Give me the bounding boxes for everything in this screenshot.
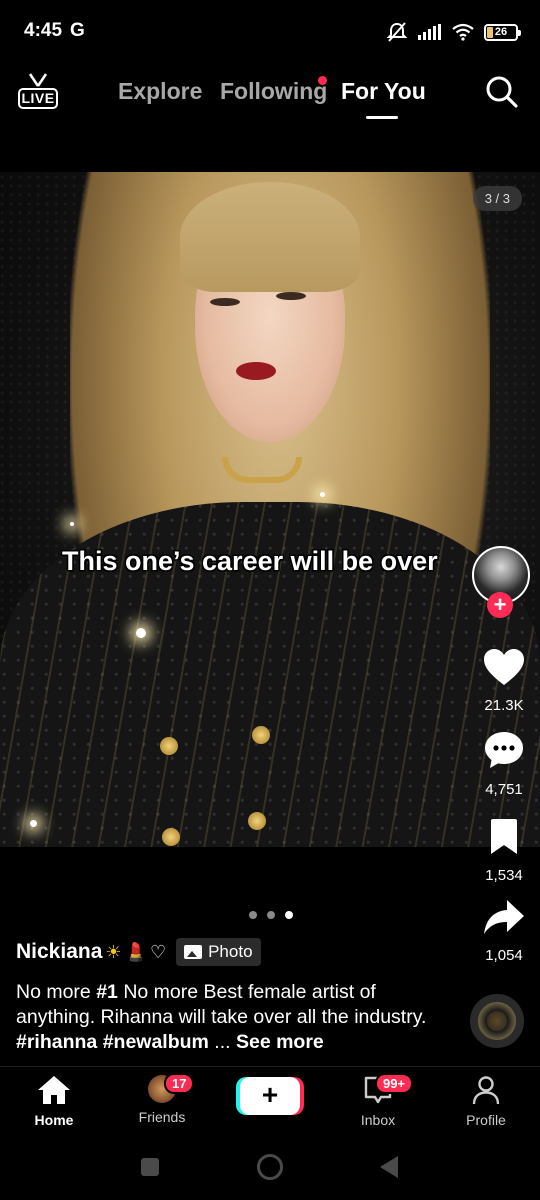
carousel-indicator — [249, 911, 293, 919]
home-icon — [38, 1076, 70, 1104]
system-nav-bar — [0, 1134, 540, 1200]
comment-button[interactable]: 4,751 — [476, 730, 532, 798]
description-text: No more — [16, 981, 97, 1003]
search-icon — [486, 76, 518, 108]
hashtag-number-one[interactable]: #1 — [96, 981, 118, 1003]
slide-counter: 3 / 3 — [472, 186, 522, 211]
nav-home[interactable]: Home — [9, 1075, 99, 1128]
author-name[interactable]: Nickiana — [16, 940, 102, 964]
photo-sparkle — [320, 492, 325, 497]
recents-icon[interactable] — [141, 1158, 159, 1176]
creator-avatar[interactable]: + — [472, 546, 530, 618]
photo-gold-button — [252, 726, 270, 744]
tab-explore[interactable]: Explore — [118, 78, 202, 105]
sun-emoji: ☀ — [105, 941, 122, 962]
photo-tag-label: Photo — [208, 942, 253, 961]
photo-gold-button — [162, 828, 180, 846]
carousel-dot-active — [285, 911, 293, 919]
tab-following[interactable]: Following — [220, 78, 327, 105]
post-description[interactable]: No more #1 No more Best female artist of… — [16, 980, 456, 1055]
top-nav: LIVE Explore Following For You — [0, 62, 540, 124]
battery-icon: 26 — [484, 23, 521, 41]
following-notification-dot — [318, 76, 327, 85]
photo-sparkle — [30, 820, 37, 827]
photo-eye-left — [210, 298, 240, 306]
share-arrow-icon — [484, 900, 524, 934]
feed-tabs: Explore Following For You — [0, 76, 540, 116]
share-count: 1,054 — [485, 947, 523, 964]
post-photo[interactable] — [0, 172, 540, 847]
see-more-link[interactable]: See more — [236, 1031, 324, 1053]
friends-badge: 17 — [164, 1073, 195, 1094]
photo-tag: Photo — [176, 938, 261, 966]
bottom-nav: Home 17 Friends + 99+ Inbox Profile — [0, 1066, 540, 1134]
author-row: Nickiana ☀ 💄 ♡ Photo — [16, 936, 261, 968]
nav-profile-label: Profile — [466, 1112, 506, 1128]
inbox-badge: 99+ — [375, 1073, 414, 1094]
status-icons: 26 — [386, 22, 521, 42]
nav-profile[interactable]: Profile — [441, 1075, 531, 1128]
nav-friends-label: Friends — [138, 1109, 186, 1125]
status-time: 4:45 — [24, 20, 63, 41]
search-button[interactable] — [484, 74, 520, 110]
nav-inbox[interactable]: 99+ Inbox — [333, 1073, 423, 1128]
photo-gold-button — [160, 737, 178, 755]
nav-inbox-label: Inbox — [360, 1112, 396, 1128]
signal-icon — [418, 24, 441, 40]
caption-overlay: This one’s career will be over — [62, 546, 438, 576]
carrier-g-icon: G — [70, 20, 85, 41]
home-circle-icon[interactable] — [257, 1154, 283, 1180]
heart-outline-emoji: ♡ — [149, 941, 167, 962]
profile-icon — [472, 1076, 500, 1105]
comment-count: 4,751 — [485, 781, 523, 798]
favorite-button[interactable]: 1,534 — [476, 818, 532, 884]
photo-lips — [236, 362, 276, 380]
back-triangle-icon[interactable] — [380, 1156, 398, 1178]
bookmark-icon — [491, 819, 517, 854]
photo-eye-right — [276, 292, 306, 300]
heart-icon — [484, 649, 524, 685]
create-button[interactable]: + — [240, 1077, 300, 1115]
favorite-count: 1,534 — [485, 867, 523, 884]
follow-plus-button[interactable]: + — [487, 592, 513, 618]
status-bar: 4:45 G 26 — [0, 0, 540, 62]
active-tab-underline — [366, 116, 398, 119]
lipstick-emoji: 💄 — [124, 941, 147, 962]
sound-disc[interactable] — [470, 994, 524, 1048]
comment-icon — [485, 732, 523, 768]
tab-for-you[interactable]: For You — [341, 78, 426, 105]
photo-bangs — [180, 182, 360, 292]
photo-sparkle — [136, 628, 146, 638]
nav-home-label: Home — [34, 1112, 74, 1128]
like-count: 21.3K — [484, 697, 524, 714]
image-icon — [184, 945, 203, 959]
ellipsis: ... — [208, 1031, 236, 1053]
carousel-dot — [249, 911, 257, 919]
carousel-dot — [267, 911, 275, 919]
photo-gold-button — [248, 812, 266, 830]
nav-friends[interactable]: 17 Friends — [117, 1073, 207, 1125]
mute-icon — [386, 22, 408, 42]
share-button[interactable]: 1,054 — [476, 898, 532, 964]
like-button[interactable]: 21.3K — [476, 648, 532, 714]
hashtag-links[interactable]: #rihanna #newalbum — [16, 1031, 209, 1053]
wifi-icon — [452, 23, 474, 41]
photo-sparkle — [70, 522, 74, 526]
